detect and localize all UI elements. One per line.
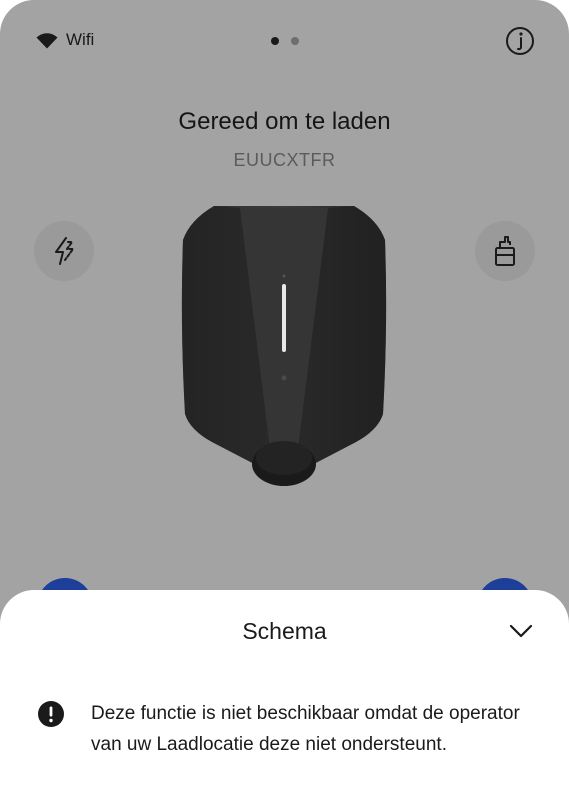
cable-lock-icon [495, 236, 515, 266]
notice-text: Deze functie is niet beschikbaar omdat d… [91, 703, 520, 755]
page-dot-1 [271, 37, 279, 45]
chevron-down-icon[interactable] [508, 620, 534, 642]
lightning-off-button[interactable] [34, 221, 94, 281]
cable-lock-button[interactable] [475, 221, 535, 281]
connection-status: Wifi [36, 30, 94, 50]
unavailable-notice: Deze functie is niet beschikbaar omdat d… [37, 698, 537, 760]
info-icon[interactable] [505, 26, 535, 56]
app-screen: Wifi Gereed om te laden EUUCXTFR Schema … [0, 0, 569, 800]
page-indicator [271, 37, 299, 45]
status-row: Wifi [0, 24, 569, 60]
charger-serial: EUUCXTFR [233, 150, 336, 170]
lightning-off-icon [55, 237, 74, 265]
page-dot-2 [291, 37, 299, 45]
alert-circle-icon [38, 701, 64, 727]
sheet-title: Schema [242, 618, 327, 644]
bottom-sheet: Schema Deze functie is niet beschikbaar … [0, 590, 569, 800]
wifi-icon [36, 32, 58, 48]
charger-state: Gereed om te laden [178, 108, 391, 135]
charger-image [181, 206, 387, 486]
connection-label: Wifi [66, 30, 95, 49]
